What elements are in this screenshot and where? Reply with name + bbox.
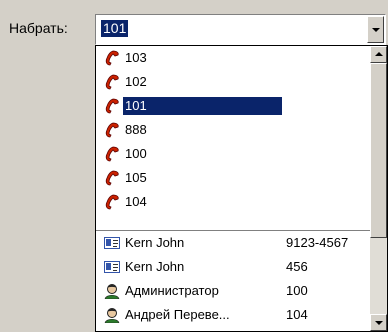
list-item-label: 102 xyxy=(125,74,147,89)
contact-name: Kern John xyxy=(125,259,185,274)
arrow-down-icon xyxy=(375,321,383,325)
arrow-up-icon xyxy=(375,52,383,56)
list-item-label: 101 xyxy=(123,97,282,115)
contact-number: 9123-4567 xyxy=(286,235,349,250)
list-item-label: 888 xyxy=(125,122,147,137)
contact-number: 456 xyxy=(286,259,308,274)
list-item-label: 100 xyxy=(125,146,147,161)
list-item[interactable]: 105 xyxy=(96,166,370,190)
list-item[interactable]: Kern John 9123-4567 xyxy=(96,231,370,255)
red-phone-handset-icon xyxy=(105,50,119,66)
user-icon xyxy=(104,284,120,299)
list-item[interactable]: Администратор 100 xyxy=(96,279,370,303)
list-item[interactable]: 100 xyxy=(96,142,370,166)
list-item[interactable]: Андрей Переве... 104 xyxy=(96,303,370,327)
contact-name: Андрей Переве... xyxy=(125,307,230,322)
dial-input-value[interactable]: 101 xyxy=(101,20,129,37)
scroll-down-button[interactable] xyxy=(370,314,387,331)
chevron-down-icon xyxy=(372,28,380,32)
contact-number: 104 xyxy=(286,307,308,322)
red-phone-handset-icon xyxy=(105,146,119,162)
list-item[interactable]: 888 xyxy=(96,118,370,142)
red-phone-handset-icon xyxy=(105,74,119,90)
dropdown-list[interactable]: 103 102 101 888 100 105 104 Kern John 91… xyxy=(95,45,388,332)
list-item[interactable]: 104 xyxy=(96,190,370,214)
list-item[interactable]: 102 xyxy=(96,70,370,94)
list-item-label: 103 xyxy=(125,50,147,65)
red-phone-handset-icon xyxy=(105,122,119,138)
scroll-thumb[interactable] xyxy=(370,63,387,238)
list-item[interactable]: Kern John 456 xyxy=(96,255,370,279)
contact-name: Администратор xyxy=(125,283,219,298)
user-icon xyxy=(104,308,120,323)
dial-combobox[interactable]: 101 xyxy=(95,14,386,45)
red-phone-handset-icon xyxy=(105,194,119,210)
vertical-scrollbar[interactable] xyxy=(370,46,387,331)
contact-card-icon xyxy=(104,237,120,249)
contact-number: 100 xyxy=(286,283,308,298)
list-item-label: 105 xyxy=(125,170,147,185)
red-phone-handset-icon xyxy=(105,98,119,114)
red-phone-handset-icon xyxy=(105,170,119,186)
dial-label: Набрать: xyxy=(9,20,68,36)
contact-name: Kern John xyxy=(125,235,185,250)
list-item-selected[interactable]: 101 xyxy=(96,94,370,118)
list-item-label: 104 xyxy=(125,194,147,209)
contact-card-icon xyxy=(104,261,120,273)
list-item[interactable]: 103 xyxy=(96,46,370,70)
scroll-up-button[interactable] xyxy=(370,46,387,63)
dropdown-toggle-button[interactable] xyxy=(367,16,384,43)
